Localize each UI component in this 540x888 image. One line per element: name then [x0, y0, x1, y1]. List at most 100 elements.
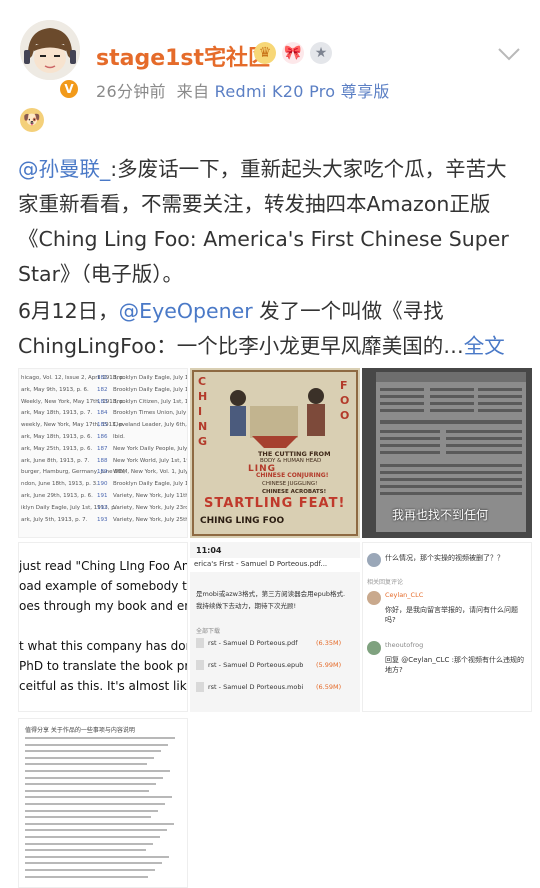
citation-note-number[interactable]: 190 — [97, 481, 108, 487]
commenter-avatar-2 — [367, 591, 381, 605]
avatar-illustration — [20, 20, 80, 80]
img5-shop-label: 全部下载 — [196, 628, 221, 635]
image-6-comments[interactable]: 什么情况，那个实操的视频被删了？？ 相关回复评论 Ceylan_CLC 你好，是… — [362, 542, 532, 712]
citation-note-number[interactable]: 184 — [97, 410, 108, 416]
text-line — [25, 816, 151, 819]
citation-line: ark, June 29th, 1913, p. 6. — [21, 493, 93, 499]
text-line — [25, 737, 175, 739]
img5-file-header: erica's First - Samuel D Porteous.pdf... — [194, 560, 328, 568]
text-line — [25, 803, 165, 805]
commenter-avatar-1 — [367, 553, 381, 567]
quote-line: just read "Ching LIng Foo America — [19, 559, 187, 573]
crown-medal-icon[interactable]: ♛ — [254, 42, 276, 64]
file-name[interactable]: rst - Samuel D Porteous.epub — [208, 661, 303, 669]
citation-note-number[interactable]: 193 — [97, 517, 108, 523]
text-line — [25, 862, 162, 865]
text-line — [25, 829, 167, 832]
verified-badge: V — [58, 78, 80, 100]
citation-line: ark, June 8th, 1913, p. 7. — [21, 457, 90, 464]
citation-note-number[interactable]: 188 — [97, 458, 108, 464]
poster-caption-2: BODY & HUMAN HEAD — [260, 458, 322, 464]
chevron-down-icon[interactable] — [496, 44, 522, 64]
citation-ref: Variety, New York, July 11th — [113, 493, 188, 499]
citation-line: ark, May 18th, 1913, p. 7. — [21, 410, 93, 417]
username[interactable]: stage1st宅社区 — [96, 40, 270, 72]
citation-note-number[interactable]: 181 — [97, 375, 108, 381]
image-1-citations[interactable]: hicago, Vol. 12, Issue 2, April 1913, p.… — [18, 368, 188, 538]
file-icon — [196, 638, 204, 648]
img7-title: 值得分享 关于作品的一些事项与内容说明 — [25, 727, 135, 734]
image-7-long-text[interactable]: 值得分享 关于作品的一些事项与内容说明 — [18, 718, 188, 888]
text-line — [25, 789, 149, 792]
image-4-quote[interactable]: just read "Ching LIng Foo America oad exa… — [18, 542, 188, 712]
image-2-poster[interactable]: CHING LING FOO THE CUTTING FROM BODY & H… — [190, 368, 360, 538]
citation-line: Weekly, New York, May 17th, 1913, p. — [21, 398, 126, 405]
image-5-download-chat[interactable]: 11:04 erica's First - Samuel D Porteous.… — [190, 542, 360, 712]
full-text-link[interactable]: 全文 — [464, 334, 505, 358]
poster-feat: STARTLING FEAT! — [204, 496, 346, 511]
text-line — [25, 849, 146, 852]
text-line — [25, 875, 148, 878]
video-subtitle: 我再也找不到任何 — [392, 508, 489, 522]
post-paragraph-2: 6月12日，@EyeOpener 发了一个叫做《寻找ChingLingFoo：一… — [18, 294, 524, 364]
text-line — [25, 783, 156, 786]
citation-ref: Brooklyn Daily Eagle, July 1st — [113, 375, 188, 381]
text-line — [25, 756, 154, 759]
file-name[interactable]: rst - Samuel D Porteous.pdf — [208, 639, 298, 647]
citation-line: weekly, New York, May 17th, 1913, p. — [21, 422, 125, 429]
citation-note-number[interactable]: 191 — [97, 493, 108, 499]
file-name[interactable]: rst - Samuel D Porteous.mobi — [208, 683, 303, 691]
text-line — [25, 822, 174, 825]
citation-ref: New York World, July 1st, 1913 — [113, 457, 187, 464]
image-3-newspaper[interactable]: 我再也找不到任何 — [362, 368, 532, 538]
img5-text2: 我持续做下去动力，期待下次光顾! — [196, 602, 297, 610]
img6-q1: 什么情况，那个实操的视频被删了？？ — [385, 554, 504, 562]
citation-ref: Brooklyn Daily Eagle, July 1st — [113, 386, 188, 393]
citation-note-number[interactable]: 186 — [97, 434, 108, 440]
img6-q2: 你好，是我向留言举报的，请问有什么问题吗? — [385, 606, 518, 624]
doge-emoji-icon: 🐶 — [20, 108, 44, 132]
quote-line: oad example of somebody taking c — [19, 579, 187, 593]
poster-caption-3: CHINESE CONJURING! — [256, 472, 329, 479]
citation-ref: Variety, New York, July 23rd — [113, 504, 188, 511]
citation-line: ark, July 5th, 1913, p. 7. — [21, 516, 88, 523]
citation-note-number[interactable]: 192 — [97, 505, 108, 511]
mention-link[interactable]: @孙曼联_ — [18, 157, 110, 181]
citation-note-number[interactable]: 189 — [97, 469, 108, 475]
eyeopener-mention-link[interactable]: @EyeOpener — [119, 299, 253, 323]
citation-line: burger, Hamburg, Germany, June 6th, — [21, 469, 126, 476]
poster-bottom-title: CHING LING FOO — [200, 516, 285, 526]
citation-note-number[interactable]: 185 — [97, 422, 108, 428]
post-from-label: 来自 — [176, 82, 210, 101]
img5-time: 11:04 — [196, 546, 222, 555]
file-size: (6.59M) — [316, 683, 342, 691]
silver-medal-icon[interactable]: ★ — [310, 42, 332, 64]
post-paragraph-1: @孙曼联_:多废话一下，重新起头大家吃个瓜，辛苦大家重新看看，不需要关注，转发抽… — [18, 152, 524, 292]
avatar[interactable] — [20, 20, 80, 80]
poster-caption-5: CHINESE ACROBATS! — [262, 489, 327, 495]
text-line — [25, 855, 169, 858]
file-icon — [196, 660, 204, 670]
img6-section: 相关回复评论 — [367, 579, 404, 586]
citation-line: ndon, June 18th, 1913, p. 3. — [21, 481, 98, 488]
citation-ref: New York Daily People, July 6th — [113, 445, 188, 452]
citation-note-number[interactable]: 187 — [97, 446, 108, 452]
commenter-avatar-3 — [367, 641, 381, 655]
poster-caption-1: THE CUTTING FROM — [258, 450, 331, 458]
citation-ref: Cleveland Leader, July 6th, 1913 — [113, 422, 187, 429]
quote-line: t what this company has done. — [19, 639, 188, 653]
quote-line: PhD to translate the book properly — [19, 659, 188, 673]
citation-ref: Variety, New York, July 25th — [113, 516, 188, 523]
quote-line: oes through my book and endnote — [19, 599, 187, 613]
text-line — [25, 750, 161, 753]
bow-medal-icon[interactable]: 🎀 — [282, 42, 304, 64]
poster-word-ching: CHING — [198, 375, 208, 448]
citation-line: hicago, Vol. 12, Issue 2, April 1913, p. — [21, 375, 126, 381]
paragraph2-prefix: 6月12日， — [18, 299, 119, 323]
citation-note-number[interactable]: 183 — [97, 399, 108, 405]
citation-ref: Ibid. — [113, 434, 125, 440]
text-line — [25, 743, 168, 746]
citation-note-number[interactable]: 182 — [97, 387, 108, 393]
device-name[interactable]: Redmi K20 Pro 尊享版 — [215, 82, 390, 101]
citation-ref: WDM, New York, Vol. 1, July 7 — [113, 469, 188, 476]
